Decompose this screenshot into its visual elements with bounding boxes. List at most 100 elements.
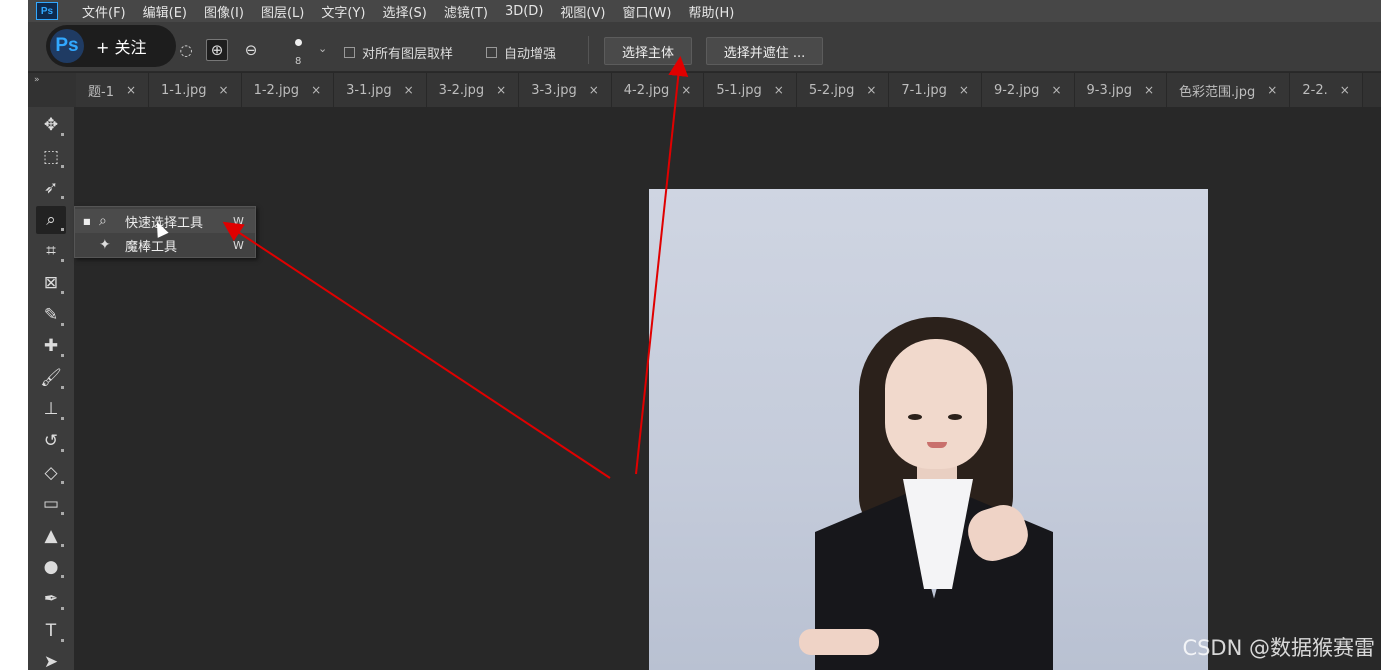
- flyout-magic-wand[interactable]: ✦ 魔棒工具 W: [75, 233, 255, 257]
- tab-label: 5-1.jpg: [716, 82, 762, 98]
- close-icon[interactable]: ×: [496, 83, 506, 97]
- document-tab[interactable]: 4-2.jpg ×: [611, 73, 705, 107]
- checkbox-box[interactable]: [486, 47, 497, 58]
- add-to-selection-mode-icon[interactable]: ⊕: [206, 39, 228, 61]
- magic-wand-icon: ✦: [99, 237, 111, 253]
- more-tools-indicator: [61, 227, 64, 231]
- menu-select[interactable]: 选择(S): [382, 2, 426, 21]
- tab-label: 题-1: [88, 84, 114, 100]
- brush-tool-icon[interactable]: 🖌: [36, 364, 66, 392]
- flyout-shortcut: W: [233, 238, 244, 252]
- follow-badge[interactable]: Ps + 关注: [46, 25, 176, 67]
- more-tools-indicator: [61, 480, 64, 484]
- more-tools-indicator: [61, 385, 64, 389]
- type-tool-icon[interactable]: T: [36, 617, 66, 645]
- close-icon[interactable]: ×: [1051, 83, 1061, 97]
- history-brush-tool-icon[interactable]: ↺: [36, 427, 66, 455]
- more-tools-indicator: [61, 196, 64, 200]
- menu-filter[interactable]: 滤镜(T): [444, 2, 488, 21]
- document-tab[interactable]: 2-2. ×: [1290, 73, 1363, 107]
- document-tab[interactable]: 3-1.jpg ×: [334, 73, 427, 107]
- selected-bullet-icon: ■: [83, 216, 91, 226]
- marquee-tool-icon[interactable]: ⬚: [36, 143, 66, 171]
- menu-file[interactable]: 文件(F): [82, 2, 126, 21]
- close-icon[interactable]: ×: [1340, 83, 1350, 97]
- more-tools-indicator: [61, 449, 64, 452]
- tab-label: 3-1.jpg: [346, 82, 392, 98]
- divider: [588, 36, 589, 64]
- menu-layer[interactable]: 图层(L): [261, 2, 304, 21]
- close-icon[interactable]: ×: [311, 83, 321, 97]
- document-tab[interactable]: 1-1.jpg ×: [149, 73, 242, 107]
- menu-image[interactable]: 图像(I): [204, 2, 244, 21]
- tab-label: 7-1.jpg: [901, 82, 947, 98]
- close-icon[interactable]: ×: [1144, 83, 1154, 97]
- close-icon[interactable]: ×: [774, 83, 784, 97]
- menu-3d[interactable]: 3D(D): [505, 4, 543, 19]
- more-tools-indicator: [61, 164, 64, 168]
- menu-window[interactable]: 窗口(W): [622, 2, 671, 21]
- auto-enhance-checkbox[interactable]: 自动增强: [486, 43, 556, 62]
- document-tab[interactable]: 色彩范围.jpg ×: [1167, 73, 1291, 107]
- blur-tool-icon[interactable]: ▲: [36, 522, 66, 550]
- sample-all-layers-checkbox[interactable]: 对所有图层取样: [344, 43, 453, 62]
- pen-tool-icon[interactable]: ✒: [36, 585, 66, 613]
- close-icon[interactable]: ×: [589, 83, 599, 97]
- healing-brush-tool-icon[interactable]: ✚: [36, 332, 66, 360]
- crop-tool-icon[interactable]: ⌗: [36, 237, 66, 265]
- eyedropper-tool-icon[interactable]: ✎: [36, 301, 66, 329]
- tab-label: 5-2.jpg: [808, 82, 855, 98]
- eraser-tool-icon[interactable]: ◇: [36, 459, 66, 487]
- flyout-shortcut: W: [233, 214, 244, 228]
- dodge-tool-icon[interactable]: ●: [36, 553, 66, 581]
- path-selection-tool-icon[interactable]: ➤: [36, 648, 66, 670]
- select-subject-button[interactable]: 选择主体: [604, 37, 692, 65]
- document-tab[interactable]: 3-2.jpg ×: [426, 73, 520, 107]
- brush-size-picker[interactable]: 8 ⌄: [292, 36, 332, 67]
- document-tab[interactable]: 题-1 ×: [76, 73, 150, 107]
- lasso-tool-icon[interactable]: ➶: [36, 174, 66, 202]
- collapse-panel-icon[interactable]: »: [34, 75, 40, 85]
- document-tab[interactable]: 1-2.jpg ×: [241, 73, 335, 107]
- photo-mouth: [927, 442, 947, 448]
- close-icon[interactable]: ×: [1267, 83, 1277, 97]
- select-and-mask-button[interactable]: 选择并遮住 ...: [706, 37, 823, 65]
- watermark: CSDN @数据猴赛雷: [1182, 636, 1375, 660]
- more-tools-indicator: [61, 575, 64, 579]
- close-icon[interactable]: ×: [681, 83, 691, 97]
- checkbox-box[interactable]: [344, 47, 355, 58]
- options-bar: ◌ ⊕ ⊖ 8 ⌄ 对所有图层取样 自动增强 选择主体 选择并遮住 ... Ps…: [28, 22, 1381, 72]
- new-selection-mode-icon[interactable]: ◌: [175, 39, 197, 61]
- document-tab[interactable]: 9-2.jpg ×: [981, 73, 1075, 107]
- close-icon[interactable]: ×: [959, 83, 969, 97]
- subtract-from-selection-mode-icon[interactable]: ⊖: [240, 39, 262, 61]
- close-icon[interactable]: ×: [126, 83, 136, 97]
- more-tools-indicator: [61, 607, 64, 610]
- menu-type[interactable]: 文字(Y): [321, 2, 365, 21]
- menu-edit[interactable]: 编辑(E): [143, 2, 187, 21]
- document-tab[interactable]: 7-1.jpg ×: [889, 73, 982, 107]
- tab-label: 9-2.jpg: [993, 82, 1040, 98]
- move-tool-icon[interactable]: ✥: [36, 111, 66, 139]
- document-tabs: 题-1 × 1-1.jpg × 1-2.jpg × 3-1.jpg × 3-2.jpg × 3-3.…: [76, 73, 1363, 107]
- close-icon[interactable]: ×: [219, 83, 229, 97]
- document-tab[interactable]: 5-2.jpg ×: [796, 73, 890, 107]
- tab-label: 4-2.jpg: [623, 82, 670, 98]
- clone-stamp-tool-icon[interactable]: ⊥: [36, 395, 66, 423]
- more-tools-indicator: [61, 291, 64, 294]
- close-icon[interactable]: ×: [404, 83, 414, 97]
- document-tab[interactable]: 5-1.jpg ×: [704, 73, 797, 107]
- frame-tool-icon[interactable]: ⊠: [36, 269, 66, 297]
- chevron-down-icon[interactable]: ⌄: [318, 42, 327, 55]
- document-tab[interactable]: 9-3.jpg ×: [1074, 73, 1168, 107]
- close-icon[interactable]: ×: [866, 83, 876, 97]
- menu-view[interactable]: 视图(V): [560, 2, 605, 21]
- menu-help[interactable]: 帮助(H): [688, 2, 734, 21]
- follow-label[interactable]: + 关注: [96, 34, 147, 58]
- photo-face: [885, 339, 987, 469]
- gradient-tool-icon[interactable]: ▭: [36, 490, 66, 518]
- document-tab[interactable]: 3-3.jpg ×: [519, 73, 612, 107]
- tab-label: 1-2.jpg: [253, 82, 300, 98]
- quick-selection-tool-icon[interactable]: ⌕: [36, 205, 66, 234]
- photo-arm: [799, 629, 879, 655]
